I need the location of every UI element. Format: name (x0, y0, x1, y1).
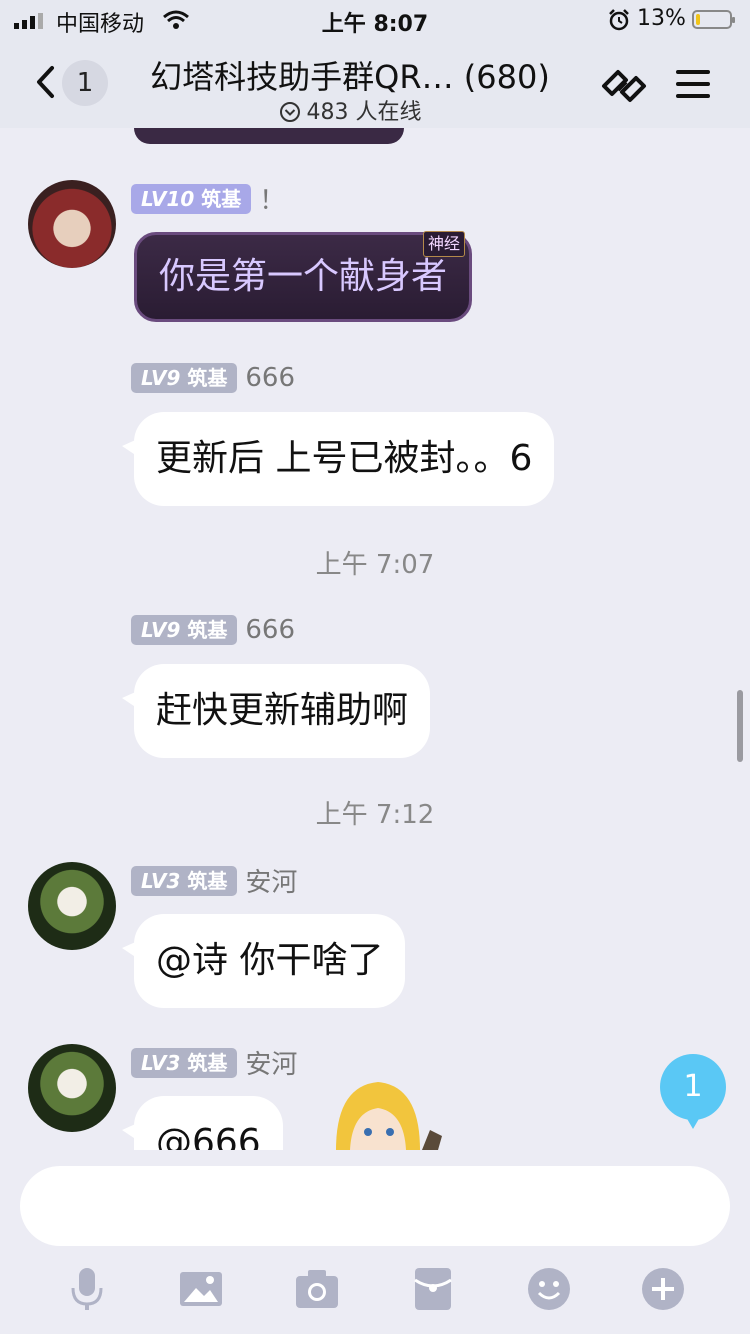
message-bubble[interactable]: @诗 你干啥了 (121, 914, 406, 1008)
plus-icon[interactable] (640, 1266, 686, 1312)
message-text: 你是第一个献身者 (159, 256, 448, 297)
emoji-icon[interactable] (526, 1266, 572, 1312)
level-tag: LV3 筑基 (131, 1047, 238, 1078)
timestamp: 上午 7:12 (315, 800, 435, 830)
timestamp: 上午 7:07 (315, 550, 435, 580)
level-tag: LV9 筑基 (131, 362, 238, 393)
scrollbar[interactable] (737, 690, 743, 762)
sticker-image[interactable] (330, 1076, 448, 1150)
avatar[interactable] (28, 1044, 116, 1132)
online-text: 483 人在线 (306, 100, 422, 125)
sender-info: LV10 筑基！ (131, 180, 285, 217)
battery-percent: 13% (637, 6, 686, 31)
chevron-left-icon (37, 66, 54, 98)
sender-info: LV3 筑基 安河 (131, 862, 297, 899)
chevron-down-circle-icon (279, 102, 300, 122)
alarm-icon (609, 9, 629, 31)
sender-name: ！ (259, 186, 286, 216)
sender-name: 666 (245, 614, 295, 645)
level-tag: LV3 筑基 (131, 865, 238, 896)
back-button[interactable]: 1 (30, 58, 110, 110)
message-bubble[interactable]: @666 (122, 1096, 283, 1150)
message-bubble[interactable]: 赶快更新辅助啊 (121, 664, 431, 758)
sender-info: LV9 筑基 666 (131, 614, 295, 645)
message-list[interactable]: LV10 筑基！ 你是第一个献身者 神经 LV9 筑基 666 更新后 上号已被封… (0, 128, 750, 1150)
battery-icon (692, 10, 735, 29)
new-message-badge[interactable]: 1 (660, 1054, 726, 1129)
chat-header: 1 幻塔科技助手群QR… (680) 483 人在线 (0, 42, 750, 128)
menu-icon[interactable] (674, 66, 712, 102)
avatar[interactable] (28, 180, 116, 268)
bubble-badge: 神经 (423, 231, 466, 257)
level-tag: LV10 筑基 (131, 183, 252, 214)
microphone-icon[interactable] (64, 1266, 110, 1312)
image-icon[interactable] (178, 1266, 224, 1312)
link-icon[interactable] (600, 64, 648, 108)
input-toolbar (0, 1266, 750, 1316)
message-input[interactable] (20, 1166, 730, 1246)
message-text: 赶快更新辅助啊 (156, 690, 409, 731)
sender-name: 666 (245, 362, 295, 393)
sender-info: LV3 筑基 安河 (131, 1044, 297, 1081)
red-packet-icon[interactable] (410, 1266, 456, 1312)
message-bubble[interactable]: 你是第一个献身者 神经 (134, 231, 473, 322)
group-title[interactable]: 幻塔科技助手群QR… (680) (130, 52, 570, 98)
status-bar: 中国移动 上午 8:07 13% (0, 0, 750, 42)
message-bubble[interactable]: 更新后 上号已被封。。6 (121, 412, 555, 506)
online-count[interactable]: 483 人在线 (130, 94, 570, 126)
input-area (0, 1150, 750, 1334)
message-text: 更新后 上号已被封。。6 (156, 438, 533, 479)
sender-name: 安河 (245, 1050, 298, 1080)
message-text: @666 (156, 1122, 261, 1150)
level-tag: LV9 筑基 (131, 614, 238, 645)
avatar[interactable] (28, 862, 116, 950)
unread-back-badge: 1 (62, 60, 108, 106)
previous-bubble-fragment (134, 128, 404, 144)
sender-info: LV9 筑基 666 (131, 362, 295, 393)
sender-name: 安河 (245, 868, 298, 898)
camera-icon[interactable] (294, 1266, 340, 1312)
message-text: @诗 你干啥了 (156, 940, 384, 981)
